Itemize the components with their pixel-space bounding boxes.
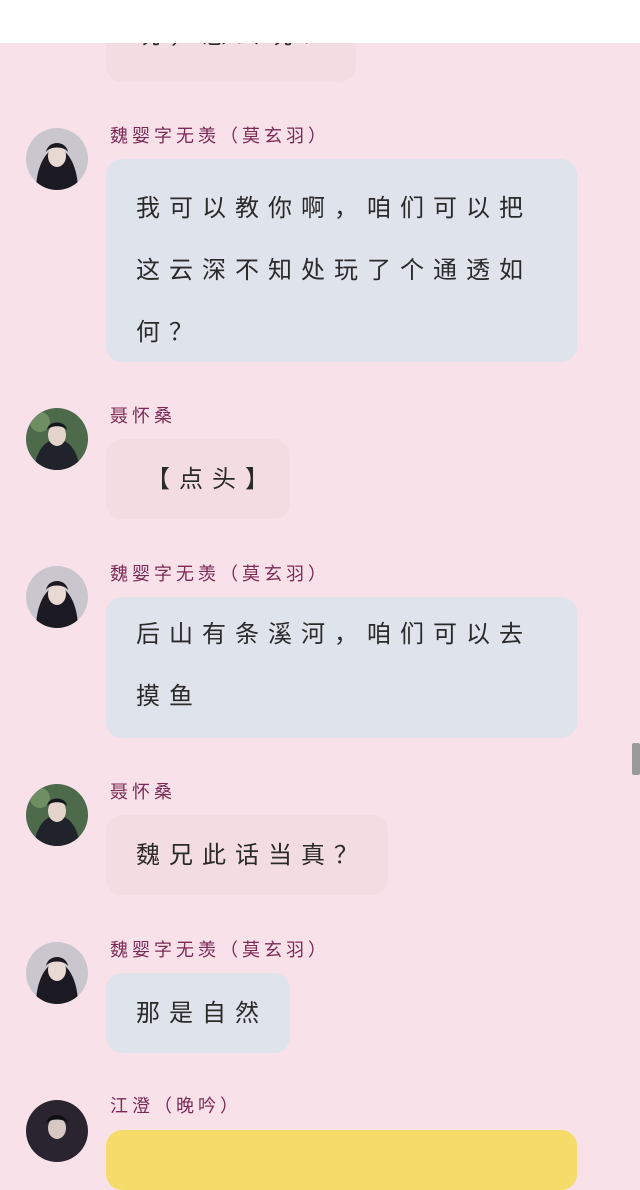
speaker-name: 江澄（晚吟） [110,1096,242,1117]
message-bubble[interactable]: 魏兄此话当真？ [106,815,388,895]
message-text-line: 后山有条溪河，咱们可以去 [136,620,532,648]
message-bubble[interactable] [106,1130,577,1190]
nie-huaisang-avatar[interactable] [26,784,88,846]
message-text-line: 魏兄此话当真？ [136,841,367,869]
message-text-line: 摸鱼 [136,682,202,710]
message-bubble[interactable]: 那是自然 [106,973,290,1053]
message-text-line: 何？ [136,318,202,346]
message-text-line: 这云深不知处玩了个通透如 [136,256,532,284]
speaker-name: 聂怀桑 [110,406,176,427]
message-bubble[interactable]: 后山有条溪河，咱们可以去 摸鱼 [106,597,577,738]
message-text-line: 我可以教你啊，咱们可以把 [136,194,532,222]
message-bubble[interactable]: 我可以教你啊，咱们可以把 这云深不知处玩了个通透如 何？ [106,159,577,362]
message-text-line: 【点头】 [146,465,278,493]
speaker-name: 聂怀桑 [110,782,176,803]
speaker-name: 魏婴字无羡（莫玄羽） [110,564,330,585]
speaker-name: 魏婴字无羡（莫玄羽） [110,126,330,147]
scrollbar-thumb[interactable] [632,743,640,775]
wei-ying-avatar[interactable] [26,566,88,628]
jiang-cheng-avatar[interactable] [26,1100,88,1162]
nie-huaisang-avatar[interactable] [26,408,88,470]
wei-ying-avatar[interactable] [26,942,88,1004]
wei-ying-avatar[interactable] [26,128,88,190]
message-text-line: 那是自然 [136,999,268,1027]
speaker-name: 魏婴字无羡（莫玄羽） [110,940,330,961]
top-status-bar [0,0,640,43]
message-bubble[interactable]: 【点头】 [106,439,290,519]
